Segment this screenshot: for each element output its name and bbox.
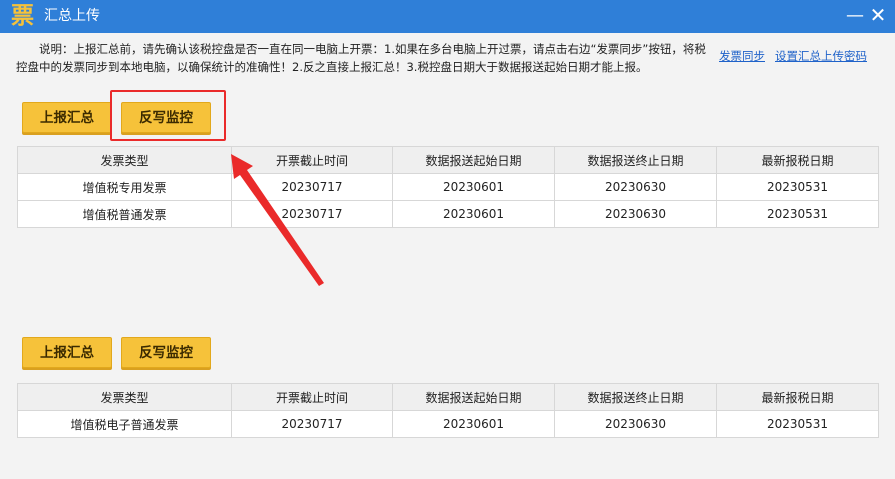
annotation-arrow-icon [231,154,324,286]
